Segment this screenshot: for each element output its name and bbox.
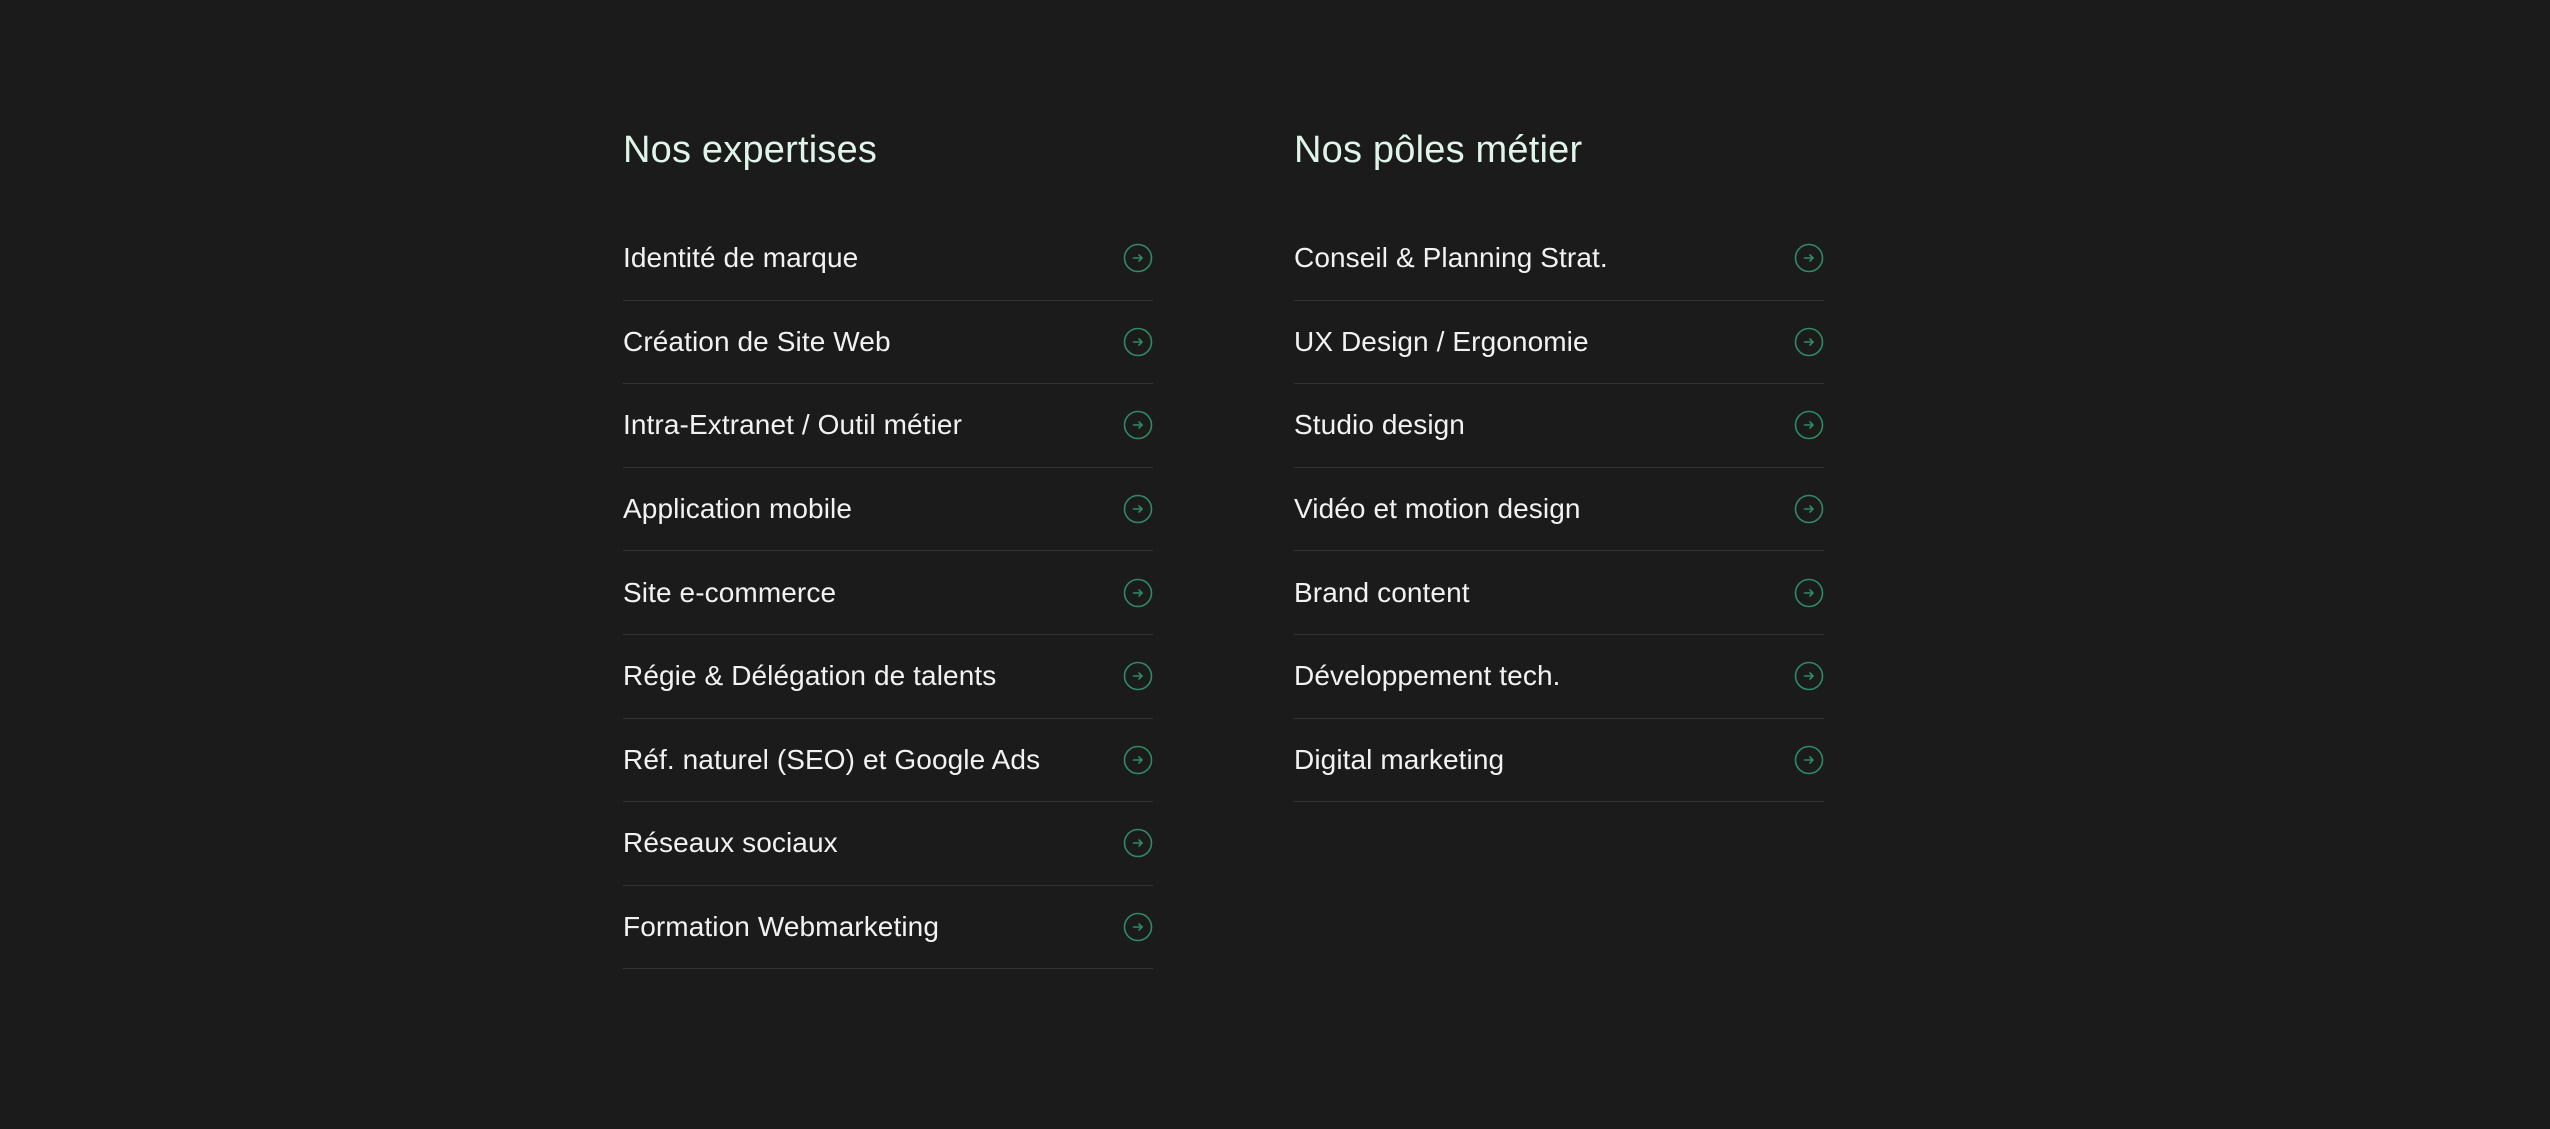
menu-link-item[interactable]: Conseil & Planning Strat. (1294, 217, 1824, 301)
menu-link-label: UX Design / Ergonomie (1294, 325, 1589, 357)
arrow-right-circle-icon (1123, 578, 1153, 608)
arrow-right-circle-icon (1123, 912, 1153, 942)
arrow-right-circle-icon (1794, 243, 1824, 273)
menu-link-label: Réseaux sociaux (623, 827, 838, 859)
menu-link-item[interactable]: Digital marketing (1294, 719, 1824, 803)
menu-link-label: Studio design (1294, 409, 1465, 441)
arrow-right-circle-icon (1794, 578, 1824, 608)
arrow-right-circle-icon (1123, 243, 1153, 273)
menu-link-item[interactable]: Réf. naturel (SEO) et Google Ads (623, 719, 1153, 803)
poles-list: Conseil & Planning Strat. UX Design / Erg… (1294, 217, 1824, 803)
poles-title: Nos pôles métier (1294, 129, 1583, 171)
menu-link-label: Vidéo et motion design (1294, 493, 1581, 525)
menu-link-label: Intra-Extranet / Outil métier (623, 409, 963, 441)
arrow-right-circle-icon (1123, 828, 1153, 858)
menu-link-item[interactable]: Formation Webmarketing (623, 886, 1153, 970)
menu-link-item[interactable]: Application mobile (623, 468, 1153, 552)
footer-menu-section: Nos expertises Identité de marque Créatio… (0, 0, 2550, 1129)
menu-link-item[interactable]: Développement tech. (1294, 635, 1824, 719)
menu-link-item[interactable]: Vidéo et motion design (1294, 468, 1824, 552)
expertises-title: Nos expertises (623, 129, 878, 171)
poles-column: Nos pôles métier Conseil & Planning Stra… (1294, 125, 1824, 803)
menu-link-item[interactable]: Identité de marque (623, 217, 1153, 301)
arrow-right-circle-icon (1123, 661, 1153, 691)
menu-link-item[interactable]: Site e-commerce (623, 551, 1153, 635)
menu-link-label: Application mobile (623, 493, 853, 525)
menu-link-label: Conseil & Planning Strat. (1294, 242, 1608, 274)
expertises-list: Identité de marque Création de Site Web In… (623, 217, 1153, 970)
menu-link-label: Identité de marque (623, 242, 859, 274)
arrow-right-circle-icon (1123, 410, 1153, 440)
menu-link-item[interactable]: Studio design (1294, 384, 1824, 468)
arrow-right-circle-icon (1123, 327, 1153, 357)
arrow-right-circle-icon (1794, 410, 1824, 440)
menu-link-label: Site e-commerce (623, 576, 837, 608)
menu-link-label: Réf. naturel (SEO) et Google Ads (623, 743, 1041, 775)
menu-link-item[interactable]: Création de Site Web (623, 301, 1153, 385)
arrow-right-circle-icon (1123, 494, 1153, 524)
menu-link-item[interactable]: UX Design / Ergonomie (1294, 301, 1824, 385)
menu-link-label: Brand content (1294, 576, 1470, 608)
menu-link-label: Digital marketing (1294, 743, 1505, 775)
arrow-right-circle-icon (1794, 494, 1824, 524)
arrow-right-circle-icon (1123, 745, 1153, 775)
menu-link-item[interactable]: Intra-Extranet / Outil métier (623, 384, 1153, 468)
arrow-right-circle-icon (1794, 745, 1824, 775)
menu-link-label: Formation Webmarketing (623, 911, 940, 943)
menu-link-label: Développement tech. (1294, 660, 1561, 692)
expertises-column: Nos expertises Identité de marque Créatio… (623, 125, 1153, 970)
menu-link-item[interactable]: Régie & Délégation de talents (623, 635, 1153, 719)
menu-link-item[interactable]: Brand content (1294, 551, 1824, 635)
menu-link-item[interactable]: Réseaux sociaux (623, 802, 1153, 886)
menu-link-label: Régie & Délégation de talents (623, 660, 997, 692)
arrow-right-circle-icon (1794, 327, 1824, 357)
arrow-right-circle-icon (1794, 661, 1824, 691)
menu-link-label: Création de Site Web (623, 325, 891, 357)
